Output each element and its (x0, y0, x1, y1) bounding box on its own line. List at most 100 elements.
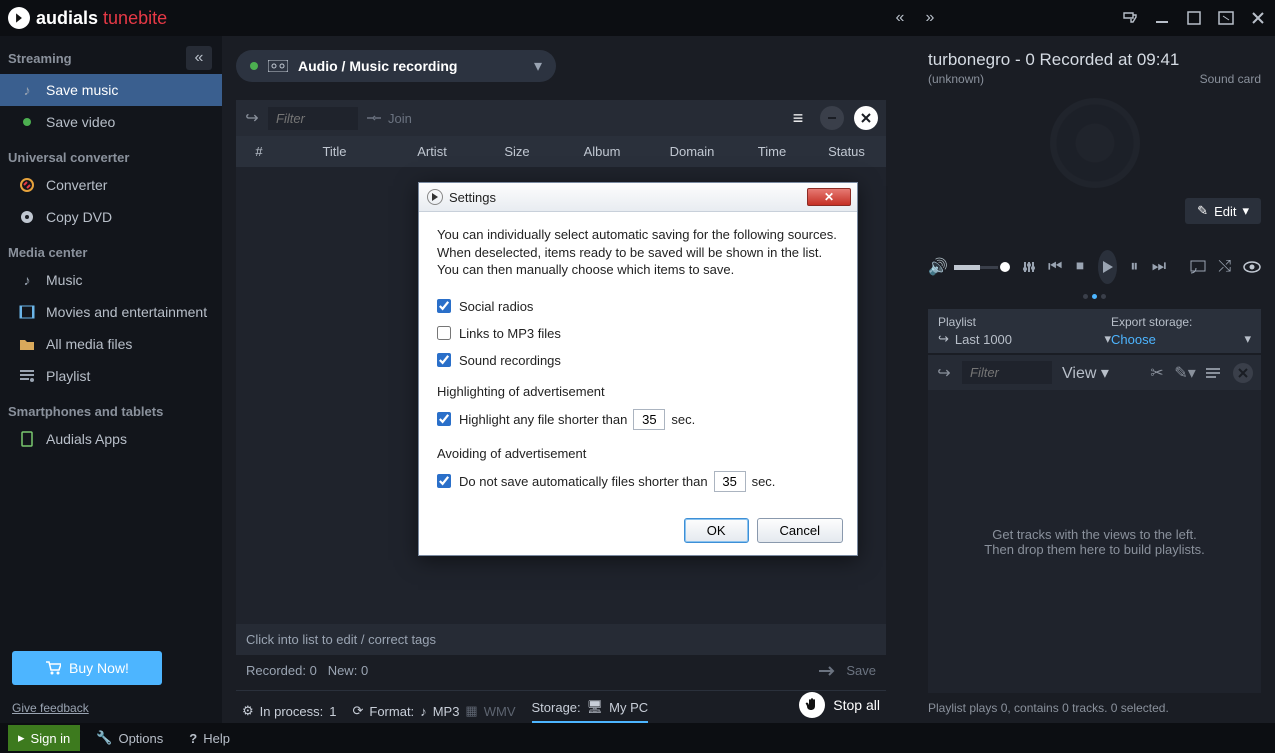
folder-icon (18, 335, 36, 353)
checkbox-avoid[interactable]: Do not save automatically files shorter … (437, 474, 708, 489)
sidebar-item-all-media[interactable]: All media files (0, 328, 222, 360)
play-icon[interactable] (1098, 250, 1117, 284)
checkbox-mp3-links[interactable]: Links to MP3 files (437, 320, 839, 347)
sidebar-item-copy-dvd[interactable]: Copy DVD (0, 201, 222, 233)
col-album[interactable]: Album (557, 144, 647, 159)
dialog-intro: You can individually select automatic sa… (437, 226, 839, 279)
bottom-bar: ▸Sign in 🔧Options ?Help (0, 723, 1275, 753)
sidebar: Streaming « ♪ Save music Save video Univ… (0, 36, 222, 723)
ok-button[interactable]: OK (684, 518, 749, 543)
col-size[interactable]: Size (477, 144, 557, 159)
clear-circle-icon[interactable] (854, 106, 878, 130)
filter-input[interactable] (268, 107, 358, 130)
now-playing-title: turbonegro - 0 Recorded at 09:41 (928, 50, 1261, 70)
pc-icon: 🖥 (587, 699, 604, 715)
sidebar-item-movies[interactable]: Movies and entertainment (0, 296, 222, 328)
edit-pencil-icon[interactable]: ✎▾ (1177, 365, 1193, 381)
redo-icon[interactable]: ↪ (244, 110, 260, 126)
equalizer-icon[interactable] (1022, 257, 1036, 277)
minimize-icon[interactable] (1153, 9, 1171, 27)
edit-button[interactable]: ✎Edit ▾ (1185, 198, 1261, 224)
checkbox-sound-recordings[interactable]: Sound recordings (437, 347, 839, 374)
sidebar-item-music[interactable]: ♪Music (0, 264, 222, 296)
stop-icon[interactable]: ⏹ (1074, 257, 1085, 277)
col-status[interactable]: Status (807, 144, 886, 159)
format-button[interactable]: ⟳Format: ♪ MP3 ▦ WMV (352, 703, 515, 719)
cut-icon[interactable]: ✂ (1149, 365, 1165, 381)
sidebar-item-save-music[interactable]: ♪ Save music (0, 74, 222, 106)
nav-back-icon[interactable]: « (889, 7, 911, 29)
film-icon (18, 303, 36, 321)
fullscreen-icon[interactable] (1217, 9, 1235, 27)
sidebar-item-save-video[interactable]: Save video (0, 106, 222, 138)
recording-mode-selector[interactable]: Audio / Music recording ▾ (236, 50, 556, 82)
dialog-titlebar[interactable]: Settings ✕ (419, 183, 857, 212)
close-icon[interactable] (1249, 9, 1267, 27)
col-artist[interactable]: Artist (387, 144, 477, 159)
options-button[interactable]: 🔧Options (86, 725, 173, 751)
prev-track-icon[interactable]: ⏮ (1048, 257, 1062, 277)
highlight-seconds-input[interactable] (633, 409, 665, 430)
shuffle-icon[interactable]: ⤭ (1218, 257, 1231, 277)
history-nav: « » (889, 7, 941, 29)
cassette-icon (268, 60, 288, 72)
nav-forward-icon[interactable]: » (919, 7, 941, 29)
cancel-button[interactable]: Cancel (757, 518, 843, 543)
section-highlight: Highlighting of advertisement (437, 384, 839, 399)
give-feedback-link[interactable]: Give feedback (0, 697, 222, 723)
logo-icon (8, 7, 30, 29)
col-time[interactable]: Time (737, 144, 807, 159)
save-button[interactable]: Save (818, 663, 876, 678)
join-button[interactable]: Join (366, 111, 412, 126)
export-storage-selector[interactable]: Choose▾ (1111, 329, 1251, 347)
stop-all-button[interactable]: Stop all (799, 692, 880, 718)
film-small-icon: ▦ (465, 703, 477, 719)
brand-2: tunebite (103, 8, 167, 28)
cast-icon[interactable] (1190, 257, 1206, 277)
next-track-icon[interactable]: ⏭ (1152, 257, 1166, 277)
buy-now-button[interactable]: Buy Now! (12, 651, 162, 685)
now-playing-panel: turbonegro - 0 Recorded at 09:41 (unknow… (900, 36, 1275, 723)
paint-icon[interactable] (1121, 9, 1139, 27)
app-logo: audials tunebite (8, 7, 167, 29)
playlist-selector[interactable]: ↪Last 1000▾ (938, 329, 1111, 347)
sidebar-item-apps[interactable]: Audials Apps (0, 423, 222, 455)
converter-icon (18, 176, 36, 194)
playlist-filter-input[interactable] (962, 361, 1052, 384)
storage-button[interactable]: Storage: 🖥 My PC (532, 699, 649, 723)
playlist-dropzone[interactable]: Get tracks with the views to the left. T… (928, 390, 1261, 693)
collapse-sidebar-icon[interactable]: « (186, 46, 212, 70)
maximize-icon[interactable] (1185, 9, 1203, 27)
dialog-close-button[interactable]: ✕ (807, 188, 851, 206)
avoid-seconds-input[interactable] (714, 471, 746, 492)
sidebar-item-playlist[interactable]: Playlist (0, 360, 222, 392)
table-header: # Title Artist Size Album Domain Time St… (236, 136, 886, 167)
eye-icon[interactable] (1243, 257, 1261, 277)
hamburger-icon[interactable]: ≡ (786, 106, 810, 130)
volume-icon[interactable]: 🔊 (928, 257, 948, 277)
refresh-icon: ⟳ (352, 703, 363, 719)
player-controls: 🔊 ⏮ ⏹ ⏸ ⏭ ⤭ (928, 250, 1261, 284)
pause-icon[interactable]: ⏸ (1129, 257, 1140, 277)
list-footer-hint: Click into list to edit / correct tags (236, 624, 886, 655)
checkbox-social-radios[interactable]: Social radios (437, 293, 839, 320)
bottom-status: ⚙In process: 1 ⟳Format: ♪ MP3 ▦ WMV Stor… (236, 690, 886, 723)
volume-slider[interactable] (954, 266, 998, 269)
help-button[interactable]: ?Help (179, 726, 240, 751)
sign-in-button[interactable]: ▸Sign in (8, 725, 80, 751)
sidebar-item-converter[interactable]: Converter (0, 169, 222, 201)
queue-icon[interactable] (1205, 365, 1221, 381)
disc-art-icon (1050, 98, 1140, 188)
help-icon: ? (189, 731, 197, 746)
in-process-button[interactable]: ⚙In process: 1 (242, 703, 336, 719)
clear-playlist-icon[interactable] (1233, 363, 1253, 383)
redo-icon[interactable]: ↪ (936, 365, 952, 381)
minus-circle-icon[interactable] (820, 106, 844, 130)
checkbox-highlight[interactable]: Highlight any file shorter than (437, 412, 627, 427)
page-dots (928, 294, 1261, 299)
col-domain[interactable]: Domain (647, 144, 737, 159)
view-button[interactable]: View ▾ (1062, 363, 1109, 383)
dialog-title: Settings (449, 190, 496, 205)
col-title[interactable]: Title (282, 144, 387, 159)
col-num[interactable]: # (236, 144, 282, 159)
